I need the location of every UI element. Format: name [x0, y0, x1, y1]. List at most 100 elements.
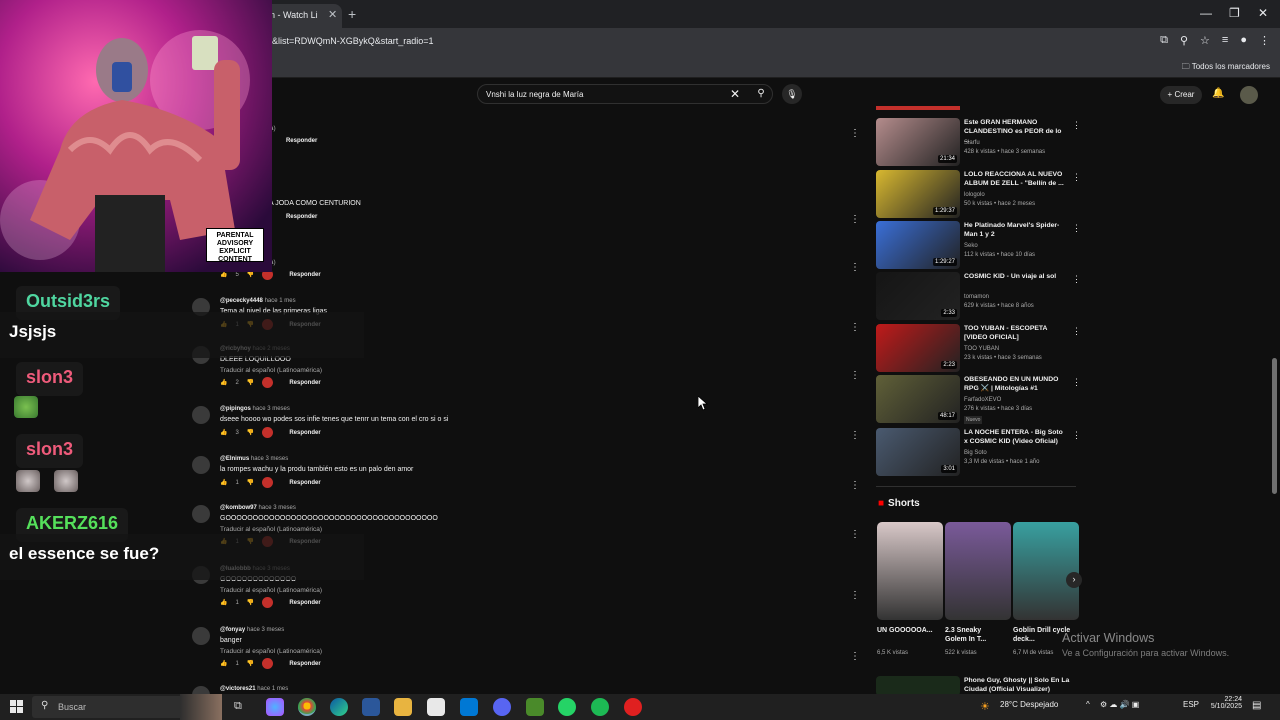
clock[interactable]: 22:24 5/10/2025 [1204, 696, 1242, 710]
comment-menu-icon[interactable]: ⋮ [850, 529, 860, 540]
comment-menu-icon[interactable]: ⋮ [850, 128, 860, 139]
spotify-icon[interactable] [591, 698, 609, 716]
video-menu-icon[interactable]: ⋮ [1072, 326, 1081, 337]
comment-menu-icon[interactable]: ⋮ [850, 430, 860, 441]
restore-icon[interactable]: ❐ [1229, 6, 1240, 20]
profile-icon[interactable]: ● [1240, 34, 1247, 47]
like-icon[interactable]: 👍 [220, 379, 227, 386]
edge-icon[interactable] [330, 698, 348, 716]
dislike-icon[interactable]: 👎 [247, 379, 254, 386]
bookmark-star-icon[interactable]: ☆ [1200, 34, 1210, 47]
avatar[interactable] [192, 456, 210, 474]
reply-button[interactable]: Responder [289, 600, 320, 606]
recommended-item-partial[interactable]: Phone Guy, Ghosty || Solo En La Ciudad (… [876, 676, 1080, 696]
reply-button[interactable]: Responder [286, 138, 317, 144]
tab-close-icon[interactable]: ✕ [328, 8, 337, 21]
comment-menu-icon[interactable]: ⋮ [850, 480, 860, 491]
video-thumbnail[interactable]: 3:01 [876, 428, 960, 476]
recommended-video[interactable]: 1:29:27 He Platinado Marvel's Spider-Man… [876, 221, 1081, 269]
reply-button[interactable]: Responder [286, 214, 317, 220]
notification-center-icon[interactable]: ▤ [1252, 700, 1261, 711]
channel-name[interactable]: lologolo [964, 192, 985, 198]
translate-link[interactable]: Traducir al español (Latinoamérica) [220, 587, 322, 594]
tray-expand-icon[interactable]: ^ [1086, 700, 1090, 709]
translate-link[interactable]: Traducir al español (Latinoamérica) [220, 367, 322, 374]
video-title[interactable]: TOO YUBAN - ESCOPETA [VIDEO OFICIAL] [964, 324, 1068, 342]
language-indicator[interactable]: ESP [1183, 700, 1199, 709]
tray-app-icons[interactable]: ⚙ ☁ 🔊 ▣ [1100, 700, 1139, 709]
window-close-icon[interactable]: ✕ [1258, 6, 1268, 20]
discord-icon[interactable] [493, 698, 511, 716]
search-icon[interactable]: ⚲ [749, 84, 773, 104]
video-menu-icon[interactable]: ⋮ [1072, 172, 1081, 183]
video-thumbnail[interactable]: 1:29:27 [876, 221, 960, 269]
like-icon[interactable]: 👍 [220, 660, 227, 667]
video-title[interactable]: COSMIC KID - Un viaje al sol [964, 272, 1068, 281]
shorts-next-arrow-icon[interactable]: › [1066, 572, 1082, 588]
avatar[interactable] [192, 406, 210, 424]
avatar[interactable] [192, 505, 210, 523]
reply-button[interactable]: Responder [289, 380, 320, 386]
like-icon[interactable]: 👍 [220, 429, 227, 436]
new-tab-button[interactable]: + [348, 6, 356, 22]
like-icon[interactable]: 👍 [220, 479, 227, 486]
video-menu-icon[interactable]: ⋮ [1072, 377, 1081, 388]
translate-link[interactable]: Traducir al español (Latinoamérica) [220, 648, 322, 655]
minecraft-icon[interactable] [526, 698, 544, 716]
mic-icon[interactable]: 🎙 [782, 84, 802, 104]
store-icon[interactable] [427, 698, 445, 716]
channel-name[interactable]: Seko [964, 243, 978, 249]
channel-name[interactable]: FarfadoXEVO [964, 397, 1001, 403]
short-thumbnail[interactable] [945, 522, 1011, 620]
comment-author[interactable]: @pececky4448 hace 1 mes [220, 298, 296, 304]
short-thumbnail[interactable] [877, 522, 943, 620]
channel-name[interactable]: Slarfu [964, 140, 980, 146]
comment-author[interactable]: @fonyay hace 3 meses [220, 627, 284, 633]
video-menu-icon[interactable]: ⋮ [1072, 120, 1081, 131]
recommended-video[interactable]: 48:17 OBESEANDO EN UN MUNDO RPG ⚔️ | Mit… [876, 375, 1081, 424]
channel-name[interactable]: Big Soto [964, 450, 987, 456]
clear-search-icon[interactable]: ✕ [730, 87, 740, 101]
comment-author[interactable]: @pipingos hace 3 meses [220, 406, 290, 412]
channel-name[interactable]: TOO YUBAN [964, 346, 999, 352]
chrome-icon[interactable] [298, 698, 316, 716]
reply-button[interactable]: Responder [289, 661, 320, 667]
video-thumbnail[interactable]: 21:34 [876, 118, 960, 166]
short-title[interactable]: UN GOOOOOA... [877, 626, 935, 635]
weather-text[interactable]: 28°C Despejado [1000, 700, 1058, 709]
zoom-icon[interactable]: ⚲ [1180, 34, 1188, 47]
comment-menu-icon[interactable]: ⋮ [850, 370, 860, 381]
copilot-icon[interactable] [266, 698, 284, 716]
video-thumbnail[interactable]: 2:23 [876, 324, 960, 372]
file-explorer-icon[interactable] [394, 698, 412, 716]
video-title[interactable]: OBESEANDO EN UN MUNDO RPG ⚔️ | Mitología… [964, 375, 1068, 393]
recommended-video[interactable]: 1:29:37 LOLO REACCIONA AL NUEVO ALBUM DE… [876, 170, 1081, 218]
word-icon[interactable] [362, 698, 380, 716]
video-menu-icon[interactable]: ⋮ [1072, 274, 1081, 285]
video-thumbnail[interactable]: 1:29:37 [876, 170, 960, 218]
task-view-icon[interactable]: ⧉ [234, 700, 242, 713]
video-menu-icon[interactable]: ⋮ [1072, 223, 1081, 234]
video-thumbnail[interactable]: 48:17 [876, 375, 960, 423]
avatar[interactable] [192, 627, 210, 645]
obs-icon[interactable] [624, 698, 642, 716]
dislike-icon[interactable]: 👎 [247, 429, 254, 436]
reply-button[interactable]: Responder [289, 480, 320, 486]
video-title[interactable]: LOLO REACCIONA AL NUEVO ALBUM DE ZELL - … [964, 170, 1068, 188]
comment-menu-icon[interactable]: ⋮ [850, 590, 860, 601]
create-button[interactable]: + Crear [1160, 86, 1202, 104]
video-menu-icon[interactable]: ⋮ [1072, 430, 1081, 441]
recommended-video[interactable]: 21:34 Este GRAN HERMANO CLANDESTINO es P… [876, 118, 1081, 166]
minimize-icon[interactable]: — [1200, 6, 1212, 20]
whatsapp-icon[interactable] [558, 698, 576, 716]
all-bookmarks-folder[interactable]: 🗀 Todos los marcadores [1182, 61, 1270, 75]
like-icon[interactable]: 👍 [220, 599, 227, 606]
like-icon[interactable]: 👍 [220, 271, 227, 278]
comment-author[interactable]: @victores21 hace 1 mes [220, 686, 288, 692]
start-button[interactable] [10, 700, 23, 713]
page-scrollbar-thumb[interactable] [1272, 358, 1277, 494]
reply-button[interactable]: Responder [289, 430, 320, 436]
comment-author[interactable]: @kombow97 hace 3 meses [220, 505, 296, 511]
menu-icon[interactable]: ⋮ [1259, 34, 1270, 47]
channel-name[interactable]: tomamon [964, 294, 989, 300]
